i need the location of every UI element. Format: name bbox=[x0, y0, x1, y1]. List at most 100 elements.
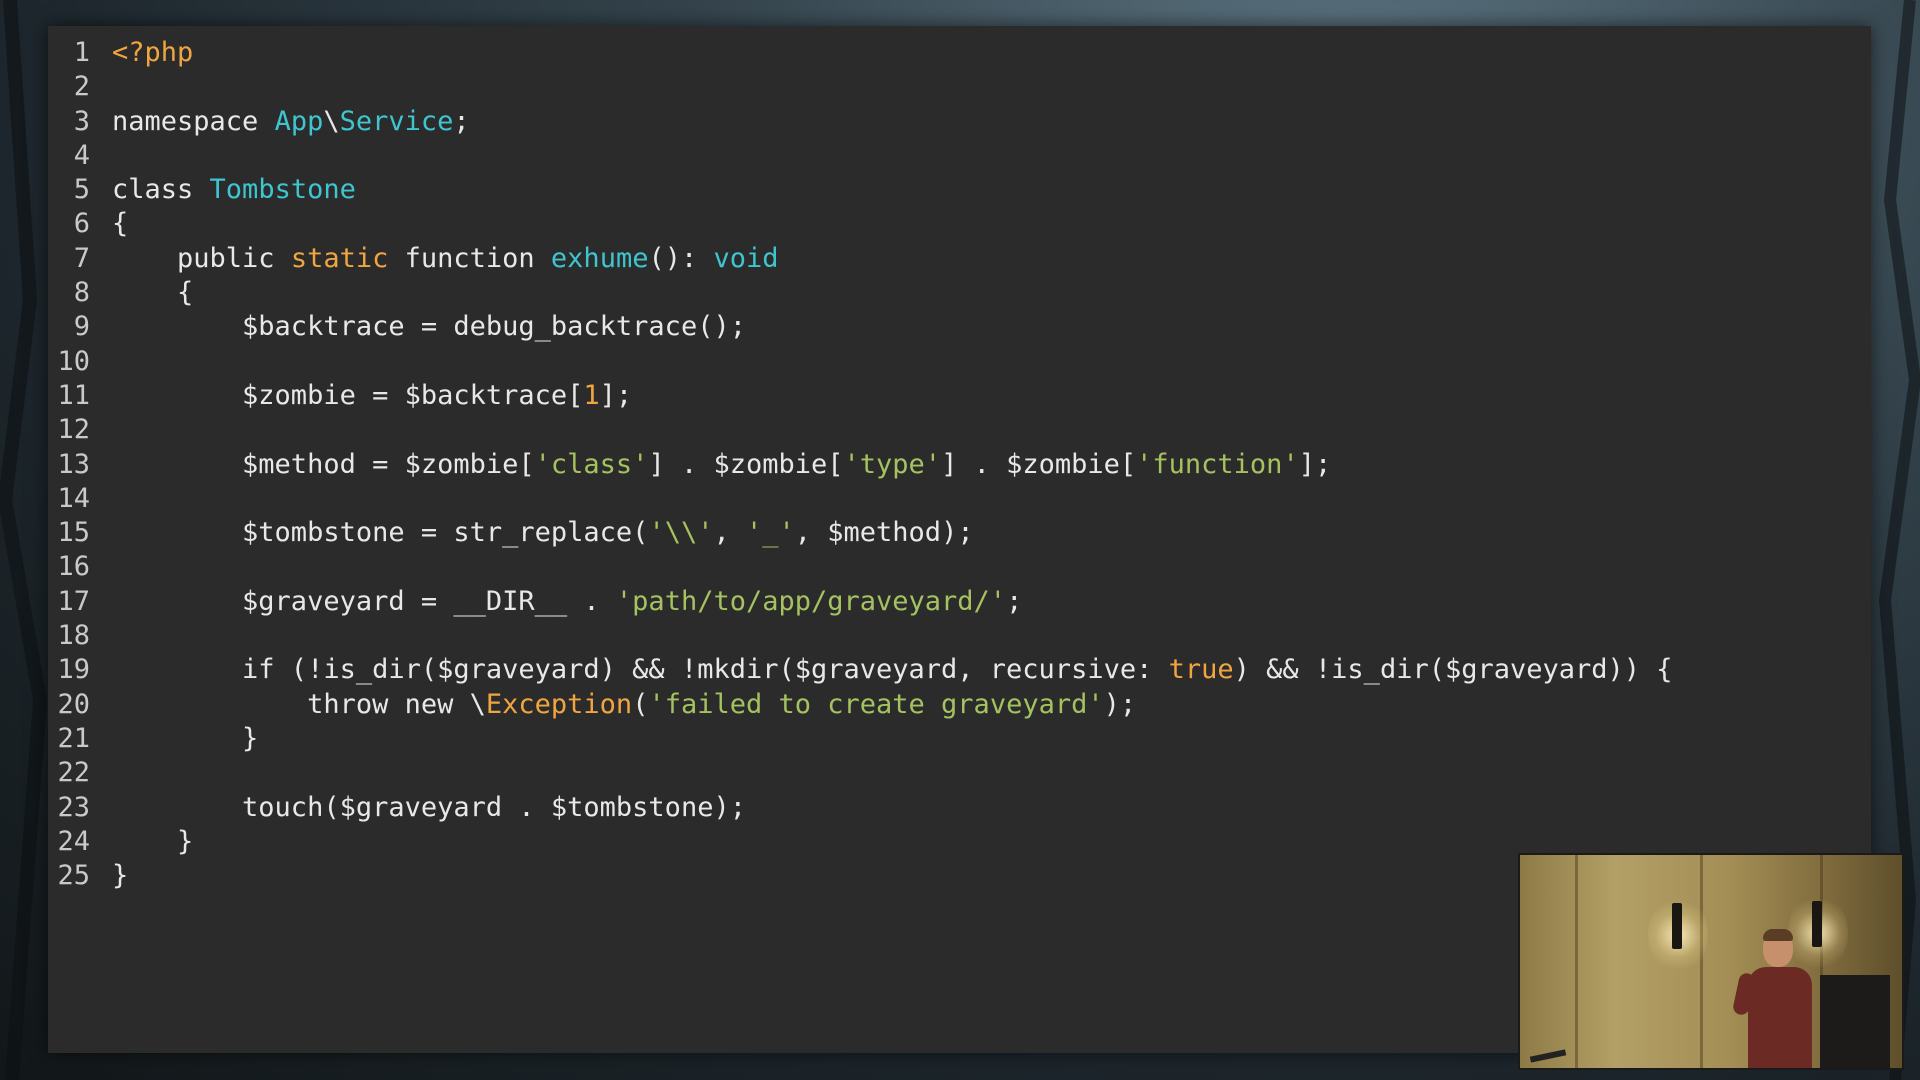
code-line: 5 class Tombstone bbox=[48, 173, 1673, 207]
code-token: touch($graveyard . $tombstone); bbox=[112, 791, 746, 823]
code-token: namespace bbox=[112, 105, 275, 137]
line-number: 8 bbox=[73, 277, 90, 309]
code-line: 8 { bbox=[48, 276, 1673, 310]
code-token: $backtrace = debug_backtrace(); bbox=[112, 311, 746, 343]
wall-lamp bbox=[1672, 903, 1682, 949]
wall-lamp bbox=[1812, 901, 1822, 947]
speaker-figure bbox=[1748, 967, 1812, 1068]
line-number: 5 bbox=[73, 174, 90, 206]
code-line: 16 bbox=[48, 550, 1673, 584]
code-line: 2 bbox=[48, 70, 1673, 104]
code-token: 'path/to/app/graveyard/' bbox=[615, 585, 1007, 617]
code-token: \ bbox=[323, 105, 340, 137]
code-token: public bbox=[112, 242, 291, 274]
code-token: '_' bbox=[745, 517, 795, 549]
line-number: 24 bbox=[57, 825, 90, 857]
line-number: 10 bbox=[57, 345, 90, 377]
code-token: $tombstone = str_replace( bbox=[112, 517, 649, 549]
code-line: 4 bbox=[48, 139, 1673, 173]
code-token: $graveyard = __DIR__ . bbox=[112, 585, 616, 617]
code-line: 23 touch($graveyard . $tombstone); bbox=[48, 791, 1673, 825]
code-token: static bbox=[290, 242, 389, 274]
code-token: ] . $zombie[ bbox=[648, 448, 844, 480]
podium bbox=[1820, 975, 1890, 1068]
code-token: , $method); bbox=[794, 517, 974, 549]
code-line: 10 bbox=[48, 345, 1673, 379]
mic-stand bbox=[1529, 1049, 1567, 1063]
code-token: 1 bbox=[583, 379, 600, 411]
code-line: 18 bbox=[48, 619, 1673, 653]
line-number: 20 bbox=[57, 688, 90, 720]
code-token: Service bbox=[339, 105, 454, 137]
code-line: 14 bbox=[48, 482, 1673, 516]
line-number: 9 bbox=[73, 311, 90, 343]
code-token: } bbox=[112, 860, 129, 892]
line-number: 16 bbox=[57, 551, 90, 583]
line-number: 18 bbox=[57, 620, 90, 652]
line-number: 14 bbox=[57, 482, 90, 514]
code-line: 21 } bbox=[48, 722, 1673, 756]
code-line: 13 $method = $zombie['class'] . $zombie[… bbox=[48, 448, 1673, 482]
code-line: 3 namespace App \ Service; bbox=[48, 105, 1673, 139]
code-token: ]; bbox=[599, 379, 633, 411]
code-token: class bbox=[112, 174, 210, 206]
line-number: 19 bbox=[57, 654, 90, 686]
code-line: 1 <?php bbox=[48, 36, 1673, 70]
code-token: 'type' bbox=[843, 448, 942, 480]
code-token: throw new \ bbox=[112, 688, 486, 720]
line-number: 12 bbox=[57, 414, 90, 446]
code-token: '\\' bbox=[648, 517, 714, 549]
line-number: 6 bbox=[73, 208, 90, 240]
code-token: true bbox=[1168, 654, 1234, 686]
code-token: $zombie = $backtrace[ bbox=[112, 379, 584, 411]
code-token: ; bbox=[453, 105, 470, 137]
speaker-video-thumbnail bbox=[1518, 853, 1904, 1070]
code-line: 12 bbox=[48, 413, 1673, 447]
code-token: { bbox=[112, 277, 194, 309]
code-line: 22 bbox=[48, 756, 1673, 790]
code-line: 11 $zombie = $backtrace[1]; bbox=[48, 379, 1673, 413]
code-token: 'function' bbox=[1136, 448, 1299, 480]
code-token: (): bbox=[648, 242, 714, 274]
code-token: { bbox=[112, 208, 129, 240]
code-token: 'class' bbox=[534, 448, 649, 480]
code-token: <?php bbox=[112, 37, 194, 68]
line-number: 2 bbox=[73, 71, 90, 103]
code-token: if (!is_dir($graveyard) && !mkdir($grave… bbox=[112, 654, 1169, 686]
code-token: ]; bbox=[1298, 448, 1332, 480]
line-number: 3 bbox=[73, 105, 90, 137]
code-line: 19 if (!is_dir($graveyard) && !mkdir($gr… bbox=[48, 653, 1672, 687]
line-number: 21 bbox=[57, 722, 90, 754]
line-number: 1 bbox=[73, 37, 90, 68]
code-token: $method = $zombie[ bbox=[112, 448, 535, 480]
code-token: ; bbox=[1006, 585, 1023, 617]
code-token: ( bbox=[632, 688, 649, 720]
code-line: 25} bbox=[48, 859, 1673, 893]
line-number: 15 bbox=[57, 517, 90, 549]
wall-panel-line bbox=[1575, 855, 1578, 1068]
code-token: exhume bbox=[550, 242, 649, 274]
code-token: , bbox=[713, 517, 746, 549]
line-number: 7 bbox=[73, 242, 90, 274]
speaker-hair bbox=[1763, 929, 1793, 941]
line-number: 17 bbox=[57, 585, 90, 617]
code-line: 20 throw new \ Exception('failed to creat… bbox=[48, 688, 1673, 722]
code-token: Tombstone bbox=[209, 174, 356, 206]
code-block: 1 <?php 2 3 namespace App \ Service; 4 5 class To… bbox=[48, 36, 1673, 893]
code-token: 'failed to create graveyard' bbox=[648, 688, 1104, 720]
line-number: 25 bbox=[57, 860, 90, 892]
code-token: Exception bbox=[485, 688, 633, 720]
code-line: 7 public static function exhume (): void bbox=[48, 242, 1673, 276]
line-number: 4 bbox=[73, 139, 90, 171]
code-line: 24 } bbox=[48, 825, 1673, 859]
code-token: void bbox=[713, 242, 779, 274]
line-number: 23 bbox=[57, 791, 90, 823]
code-line: 9 $backtrace = debug_backtrace(); bbox=[48, 310, 1673, 344]
line-number: 22 bbox=[57, 757, 90, 789]
code-token: } bbox=[112, 722, 259, 754]
code-line: 15 $tombstone = str_replace('\\', '_', $… bbox=[48, 516, 1673, 550]
code-line: 17 $graveyard = __DIR__ . 'path/to/app/g… bbox=[48, 585, 1673, 619]
code-token: function bbox=[388, 242, 551, 274]
line-number: 13 bbox=[57, 448, 90, 480]
code-token: ); bbox=[1103, 688, 1137, 720]
